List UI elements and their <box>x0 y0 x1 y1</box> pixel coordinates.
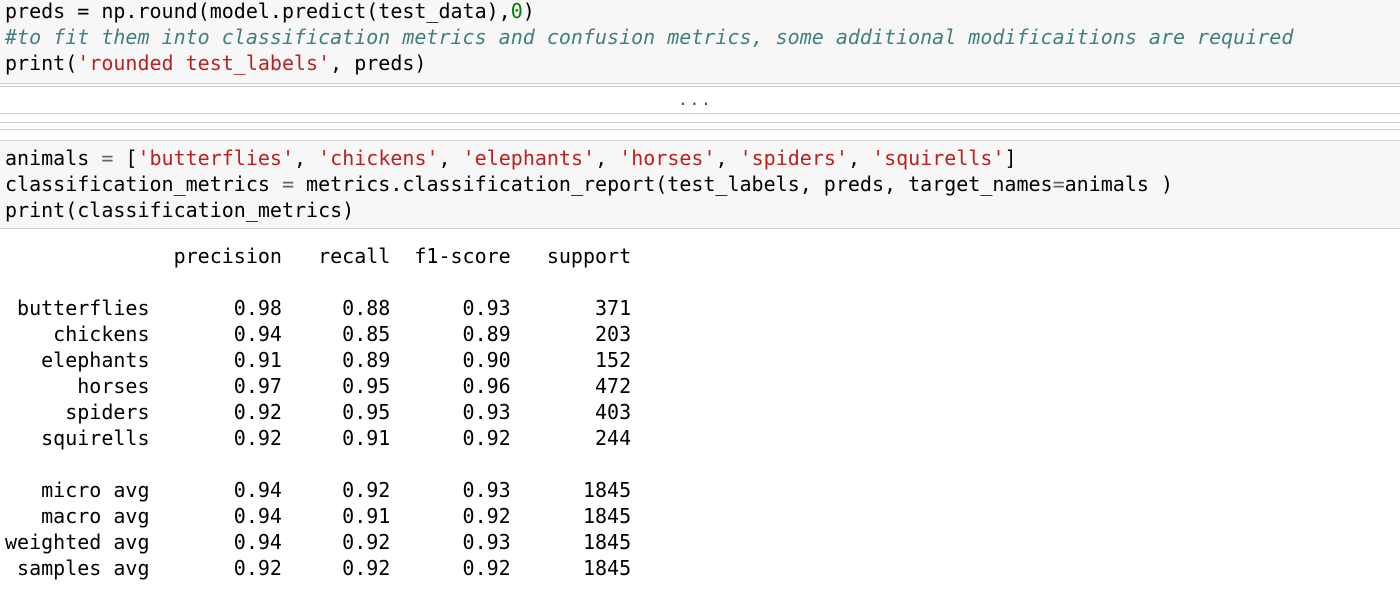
code-line: print(classification_metrics) <box>5 198 355 222</box>
cell-divider <box>0 122 1400 123</box>
cell-divider <box>0 129 1400 130</box>
report-row: horses 0.97 0.95 0.96 472 <box>5 374 632 398</box>
code-comment: #to fit them into classification metrics… <box>5 25 1294 49</box>
code-cell-report[interactable]: animals = ['butterflies', 'chickens', 'e… <box>0 140 1400 229</box>
report-row: spiders 0.92 0.95 0.93 403 <box>5 400 632 424</box>
code-editor[interactable]: preds = np.round(model.predict(test_data… <box>5 0 1293 76</box>
report-output: precision recall f1-score support butter… <box>0 237 1400 593</box>
code-cell-predict[interactable]: preds = np.round(model.predict(test_data… <box>0 0 1400 84</box>
classification-report-text: precision recall f1-score support butter… <box>5 243 631 581</box>
code-line: preds = np.round(model.predict(test_data… <box>5 0 535 23</box>
report-row: elephants 0.91 0.89 0.90 152 <box>5 348 632 372</box>
string-literal: 'rounded test_labels' <box>77 51 331 75</box>
collapsed-output-toggle[interactable]: ... <box>0 86 1400 114</box>
code-line: animals = ['butterflies', 'chickens', 'e… <box>5 146 1017 170</box>
code-line: classification_metrics = metrics.classif… <box>5 172 1174 196</box>
report-row: chickens 0.94 0.85 0.89 203 <box>5 322 632 346</box>
report-row: micro avg 0.94 0.92 0.93 1845 <box>5 478 632 502</box>
report-row: samples avg 0.92 0.92 0.92 1845 <box>5 556 632 580</box>
ellipsis-label: ... <box>678 90 713 109</box>
report-row: weighted avg 0.94 0.92 0.93 1845 <box>5 530 632 554</box>
report-header: precision recall f1-score support <box>5 244 632 268</box>
report-row: butterflies 0.98 0.88 0.93 371 <box>5 296 632 320</box>
report-row: squirells 0.92 0.91 0.92 244 <box>5 426 632 450</box>
code-line: print('rounded test_labels', preds) <box>5 51 427 75</box>
report-row: macro avg 0.94 0.91 0.92 1845 <box>5 504 632 528</box>
code-editor[interactable]: animals = ['butterflies', 'chickens', 'e… <box>5 145 1173 223</box>
number-literal: 0 <box>510 0 523 23</box>
